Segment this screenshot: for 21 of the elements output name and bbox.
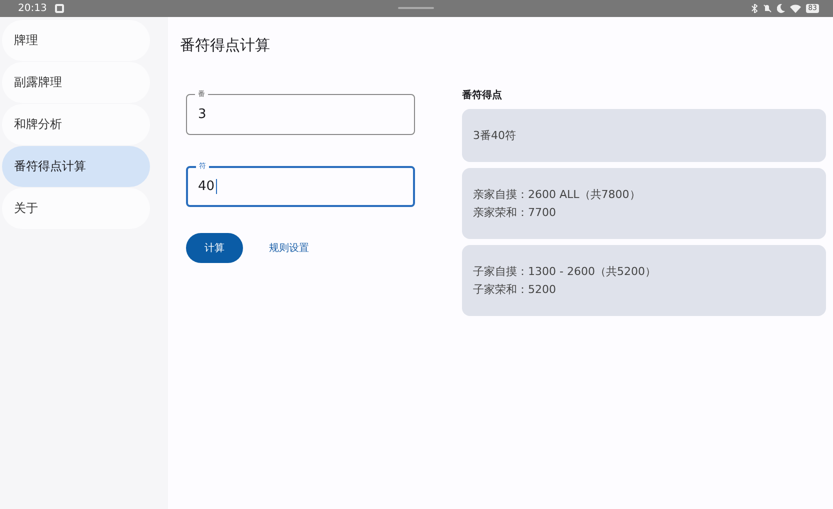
section-title: 番符得点 [462,88,503,102]
result-text: 3番40符 [473,128,517,144]
wifi-icon [790,4,802,13]
mute-icon [763,4,772,13]
moon-icon [777,4,786,13]
nav-item[interactable]: 番符得点计算 [2,146,150,187]
result-text: 亲家荣和：7700 [473,204,557,220]
nav-item[interactable]: 关于 [2,188,150,229]
nav-item[interactable]: 副露牌理 [2,62,150,103]
drag-handle[interactable] [398,7,434,9]
bluetooth-icon [751,4,758,13]
result-text: 子家自摸：1300 - 2600（共5200） [473,264,657,280]
result-text: 子家荣和：5200 [473,282,557,298]
settings-link[interactable]: 规则设置 [269,241,309,255]
clock: 20:13 [18,3,47,14]
calculate-button[interactable]: 计算 [186,233,243,263]
page-title: 番符得点计算 [180,36,271,56]
nav-item[interactable]: 和牌分析 [2,104,150,145]
notification-icon [54,4,64,13]
result-text: 亲家自摸：2600 ALL（共7800） [473,186,642,202]
nav-item[interactable]: 牌理 [2,20,150,61]
